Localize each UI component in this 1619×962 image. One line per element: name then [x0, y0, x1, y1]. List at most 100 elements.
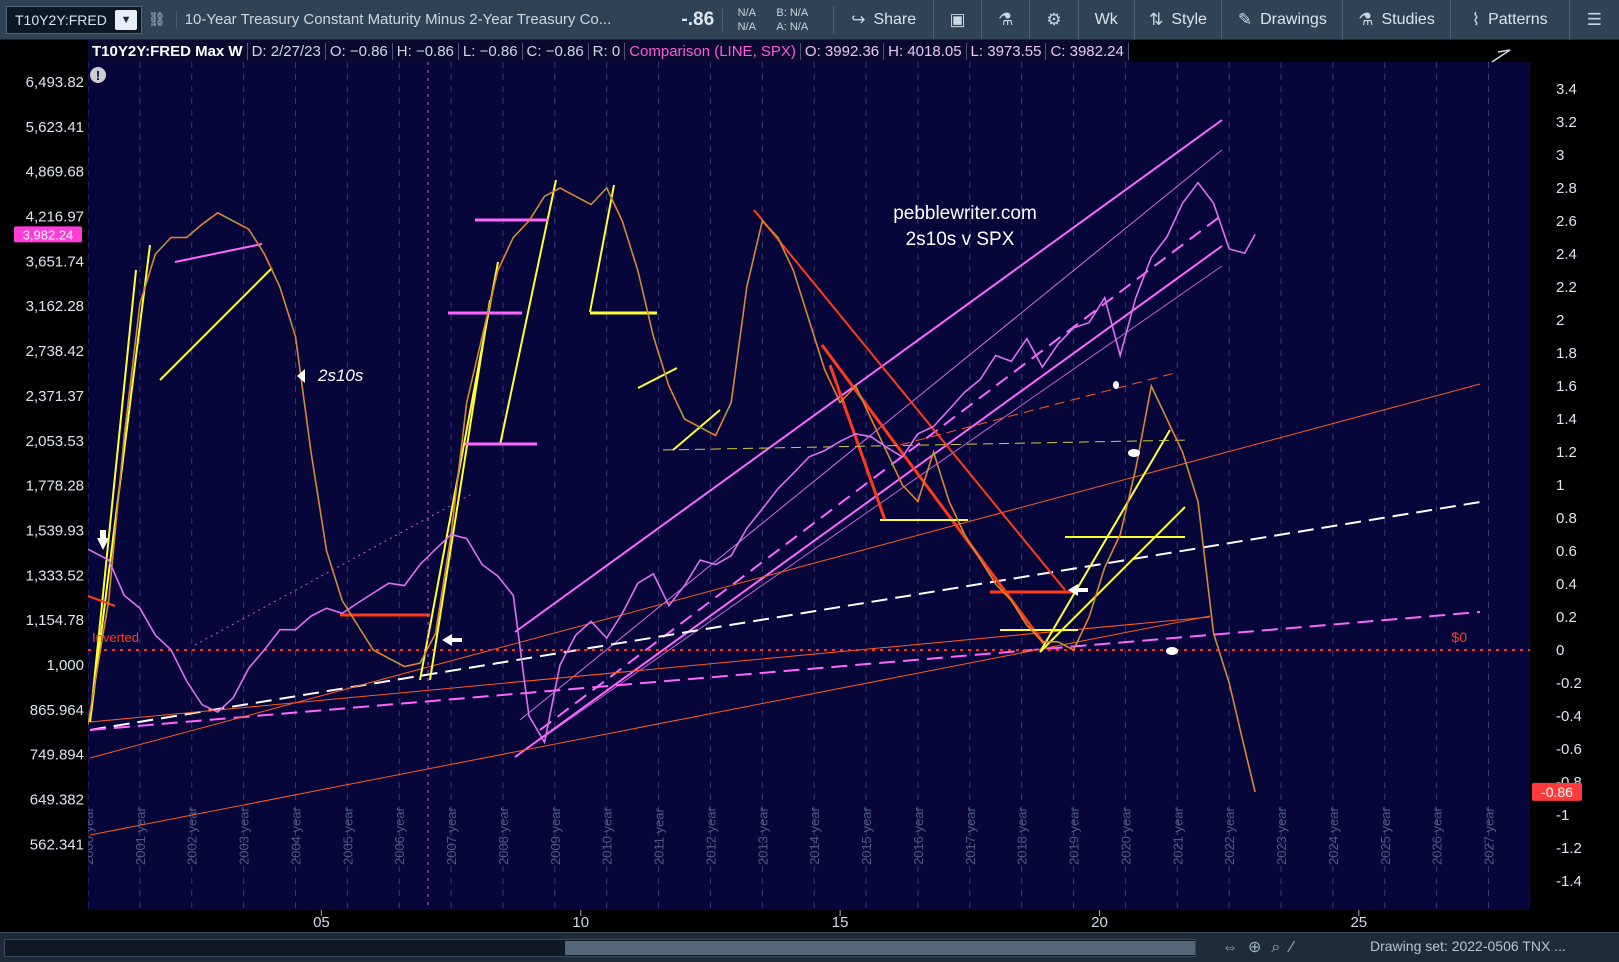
alert-icon-glyph: ! [96, 68, 100, 83]
drawing-tool-icon[interactable]: ⁄ [1290, 939, 1303, 956]
drawings-button[interactable]: ✎ Drawings [1222, 0, 1344, 40]
x-year-label: 2003 year [237, 807, 252, 865]
right-axis-tick: -0.4 [1556, 708, 1582, 725]
left-axis-tick: 865.964 [30, 702, 84, 719]
x-major-label: 05 [313, 914, 330, 931]
left-axis-tick: 2,738.42 [26, 343, 84, 360]
x-year-label: 2011 year [652, 807, 667, 865]
right-axis-tick: 3.4 [1556, 81, 1577, 98]
left-axis-tick: 562.341 [30, 836, 84, 853]
menu-button[interactable]: ☰ [1570, 0, 1619, 40]
x-year-label: 2010 year [600, 807, 615, 865]
zero-label: $0 [1451, 629, 1467, 645]
x-year-label: 2014 year [807, 807, 822, 865]
x-year-label: 2026 year [1430, 807, 1445, 865]
spread-annotation: 2s10s [317, 366, 364, 385]
right-axis-tick: 2.8 [1556, 180, 1577, 197]
header-symbol: T10Y2Y:FRED Max W [88, 42, 248, 60]
bottom-tools: ⇔⊕⌕⁄ [1222, 937, 1303, 957]
x-major-label: 25 [1350, 914, 1367, 931]
timeframe-button[interactable]: Wk [1079, 0, 1135, 40]
zoom-icon[interactable]: ⌕ [1271, 939, 1290, 956]
x-year-label: 2012 year [703, 807, 718, 865]
menu-icon: ☰ [1586, 9, 1602, 29]
patterns-button[interactable]: ⌇ Patterns [1451, 0, 1570, 40]
header-r: R: 0 [589, 42, 626, 60]
right-axis-tick: 1.4 [1556, 411, 1577, 428]
x-year-label: 2021 year [1170, 807, 1185, 865]
chart-title: pebblewriter.com [893, 203, 1037, 224]
spx-current-text: 3,982.24 [23, 227, 74, 242]
comparison-label[interactable]: Comparison (LINE, SPX) [625, 42, 801, 60]
x-year-label: 2009 year [548, 807, 563, 865]
expand-icon[interactable]: ⇔ [1222, 939, 1248, 956]
share-icon: ↪ [851, 9, 866, 29]
left-axis-tick: 749.894 [30, 747, 84, 764]
x-year-label: 2027 year [1482, 807, 1497, 865]
patterns-icon: ⌇ [1471, 9, 1481, 29]
comparison-open: O: 3992.36 [801, 42, 885, 60]
symbol-selector[interactable]: T10Y2Y:FRED ▼ [6, 5, 143, 34]
marker-dot [1166, 647, 1178, 655]
header-close: C: −0.86 [523, 42, 589, 60]
left-axis-tick: 5,623.41 [26, 119, 84, 136]
drawing-set-label[interactable]: Drawing set: 2022-0506 TNX ... [1370, 938, 1566, 954]
left-axis-tick: 3,162.28 [26, 298, 84, 315]
x-year-label: 2004 year [288, 807, 303, 865]
comparison-high: H: 4018.05 [884, 42, 967, 60]
left-axis-tick: 1,154.78 [26, 612, 84, 629]
x-year-label: 2008 year [496, 807, 511, 865]
link-icon[interactable]: ⛓ [146, 11, 168, 28]
x-year-label: 2020 year [1118, 807, 1133, 865]
snapshot-button[interactable]: ▣ [934, 0, 983, 40]
chart-area[interactable]: 2000 year 2001 year 2002 year 2003 year 2004… [0, 40, 1619, 932]
x-year-label: 2006 year [392, 807, 407, 865]
scrollbar-thumb[interactable] [565, 941, 1195, 955]
header-open: O: −0.86 [326, 42, 393, 60]
flask-icon: ⚗ [998, 9, 1014, 29]
right-axis-tick: 1 [1556, 477, 1564, 494]
bid-ask-size: N/A N/A [737, 6, 756, 33]
horizontal-scrollbar[interactable] [4, 939, 1196, 957]
bid-ask: B: N/A A: N/A [770, 5, 835, 34]
bottom-bar: ⇔⊕⌕⁄ Drawing set: 2022-0506 TNX ... [0, 932, 1619, 962]
plot-background [88, 62, 1530, 910]
x-major-label: 10 [572, 914, 589, 931]
left-axis-tick: 6,493.82 [26, 74, 84, 91]
style-button[interactable]: ⇅ Style [1135, 0, 1223, 40]
crosshair-icon[interactable]: ⊕ [1248, 939, 1271, 956]
right-axis-tick: 0 [1556, 642, 1564, 659]
chevron-down-icon[interactable]: ▼ [115, 9, 138, 30]
studies-button[interactable]: ⚗ Studies [1343, 0, 1451, 40]
comparison-low: L: 3973.55 [967, 42, 1047, 60]
right-axis-tick: 2.6 [1556, 213, 1577, 230]
share-button[interactable]: ↪ Share [834, 0, 934, 40]
current-value-text: -0.86 [1541, 784, 1573, 800]
left-axis-tick: 2,053.53 [26, 433, 84, 450]
right-axis-tick: 1.8 [1556, 345, 1577, 362]
marker-dot [1128, 449, 1140, 457]
x-year-label: 2001 year [133, 807, 148, 865]
right-axis-tick: 0.4 [1556, 576, 1577, 593]
chart-header: T10Y2Y:FRED Max W D: 2/27/23 O: −0.86 H:… [88, 40, 1129, 62]
right-axis-tick: -1 [1556, 807, 1569, 824]
flask-icon: ⚗ [1358, 9, 1374, 29]
right-axis-tick: 1.2 [1556, 444, 1577, 461]
right-axis-tick: 2.4 [1556, 246, 1577, 263]
left-axis-tick: 4,869.68 [26, 164, 84, 181]
right-axis-tick: 0.8 [1556, 510, 1577, 527]
chart-subtitle: 2s10s v SPX [906, 229, 1015, 250]
header-low: L: −0.86 [459, 42, 523, 60]
left-axis-tick: 4,216.97 [26, 209, 84, 226]
x-major-label: 15 [832, 914, 849, 931]
x-year-label: 2023 year [1274, 807, 1289, 865]
settings-button[interactable]: ⚙ [1030, 0, 1079, 40]
lab-button[interactable]: ⚗ [982, 0, 1031, 40]
header-date: D: 2/27/23 [248, 42, 326, 60]
x-year-label: 2015 year [859, 807, 874, 865]
left-axis-tick: 1,778.28 [26, 478, 84, 495]
snapshot-icon: ▣ [949, 9, 966, 29]
x-year-label: 2022 year [1222, 807, 1237, 865]
right-axis-tick: 3 [1556, 147, 1564, 164]
left-axis-tick: 3,651.74 [26, 253, 84, 270]
